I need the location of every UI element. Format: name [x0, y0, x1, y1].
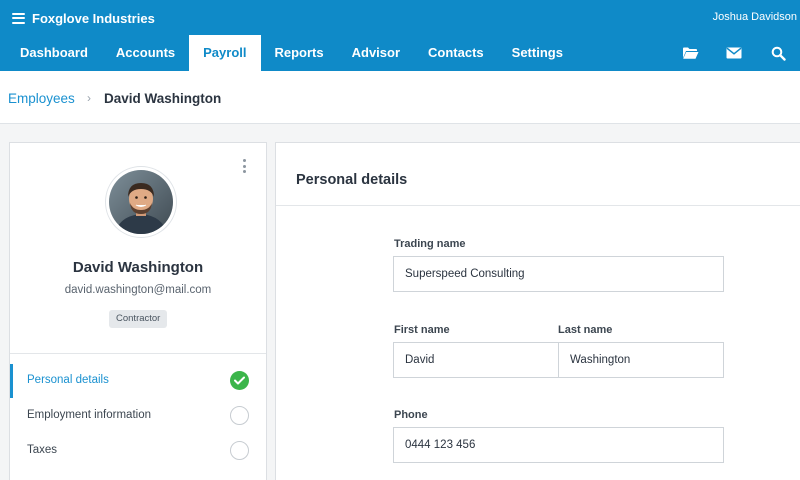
section-label: Employment information	[27, 409, 151, 421]
profile-name: David Washington	[72, 259, 204, 276]
nav-tab-contacts[interactable]: Contacts	[414, 35, 498, 71]
brand-name: Foxglove Industries	[32, 10, 155, 26]
first-name-label: First name	[394, 324, 450, 336]
section-label: Personal details	[27, 374, 109, 386]
folder-icon[interactable]	[668, 35, 712, 71]
phone-field[interactable]	[393, 427, 724, 463]
more-options-icon[interactable]	[240, 159, 248, 173]
breadcrumb: Employees › David Washington	[0, 71, 800, 124]
breadcrumb-separator-icon: ›	[87, 91, 91, 105]
last-name-field[interactable]	[558, 342, 724, 378]
avatar	[106, 167, 176, 237]
nav-tab-payroll[interactable]: Payroll	[189, 35, 261, 71]
brand: Foxglove Industries	[12, 9, 155, 27]
search-icon[interactable]	[756, 35, 800, 71]
section-taxes[interactable]: Taxes	[10, 434, 266, 468]
incomplete-circle-icon	[230, 406, 249, 425]
section-employment-information[interactable]: Employment information	[10, 399, 266, 433]
mail-icon[interactable]	[712, 35, 756, 71]
profile-email: david.washington@mail.com	[64, 284, 212, 296]
section-personal-details[interactable]: Personal details	[10, 364, 266, 398]
personal-details-card: Personal details Trading name First name…	[275, 142, 800, 480]
divider	[10, 353, 266, 354]
nav-icon-group	[668, 35, 800, 71]
role-badge: Contractor	[109, 310, 168, 328]
trading-name-label: Trading name	[394, 238, 466, 250]
last-name-label: Last name	[558, 324, 613, 336]
incomplete-circle-icon	[230, 441, 249, 460]
complete-check-icon	[230, 371, 249, 390]
nav-tab-settings[interactable]: Settings	[498, 35, 577, 71]
nav-tab-accounts[interactable]: Accounts	[102, 35, 189, 71]
menu-icon[interactable]	[12, 12, 25, 24]
breadcrumb-employees-link[interactable]: Employees	[8, 91, 75, 106]
breadcrumb-current: David Washington	[104, 91, 222, 106]
section-label: Taxes	[27, 444, 58, 456]
nav-tab-reports[interactable]: Reports	[261, 35, 338, 71]
divider	[276, 205, 800, 206]
trading-name-field[interactable]	[393, 256, 724, 292]
first-name-field[interactable]	[393, 342, 559, 378]
main-nav: Dashboard Accounts Payroll Reports Advis…	[0, 35, 577, 71]
profile-card: David Washington david.washington@mail.c…	[9, 142, 267, 480]
user-menu[interactable]: Joshua Davidson	[713, 11, 797, 23]
nav-tab-dashboard[interactable]: Dashboard	[0, 35, 102, 71]
section-title: Personal details	[296, 172, 408, 188]
phone-label: Phone	[394, 409, 428, 421]
nav-tab-advisor[interactable]: Advisor	[338, 35, 414, 71]
